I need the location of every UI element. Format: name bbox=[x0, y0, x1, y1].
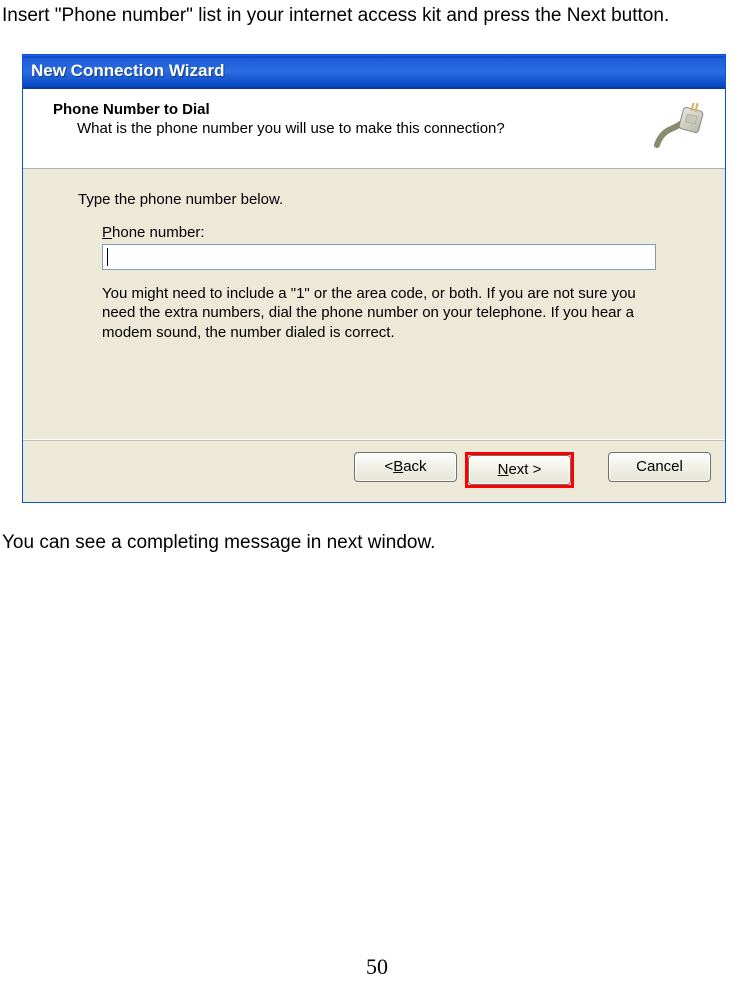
window-title: New Connection Wizard bbox=[29, 61, 224, 81]
wizard-step-title: Phone Number to Dial bbox=[53, 101, 625, 118]
phone-number-input[interactable] bbox=[102, 244, 656, 270]
hint-text: You might need to include a "1" or the a… bbox=[102, 284, 660, 343]
back-button[interactable]: < Back bbox=[354, 452, 457, 482]
titlebar: New Connection Wizard bbox=[23, 55, 725, 89]
wizard-icon bbox=[651, 103, 707, 159]
next-button-highlight: Next > bbox=[465, 452, 574, 488]
cancel-button[interactable]: Cancel bbox=[608, 452, 711, 482]
wizard-header: Phone Number to Dial What is the phone n… bbox=[23, 89, 725, 169]
spacer bbox=[582, 452, 600, 488]
phone-number-label: Phone number: bbox=[102, 224, 690, 241]
doc-intro-text: Insert "Phone number" list in your inter… bbox=[0, 0, 754, 29]
page-number: 50 bbox=[0, 954, 754, 980]
instruction-text: Type the phone number below. bbox=[78, 189, 690, 210]
wizard-window: New Connection Wizard Phone Number to Di… bbox=[22, 54, 726, 503]
text-caret bbox=[107, 248, 108, 266]
wizard-body: Type the phone number below. Phone numbe… bbox=[23, 169, 725, 439]
wizard-footer: < Back Next > Cancel bbox=[23, 439, 725, 502]
next-button[interactable]: Next > bbox=[468, 455, 571, 485]
doc-outro-text: You can see a completing message in next… bbox=[0, 503, 754, 556]
wizard-step-subtitle: What is the phone number you will use to… bbox=[53, 118, 625, 137]
